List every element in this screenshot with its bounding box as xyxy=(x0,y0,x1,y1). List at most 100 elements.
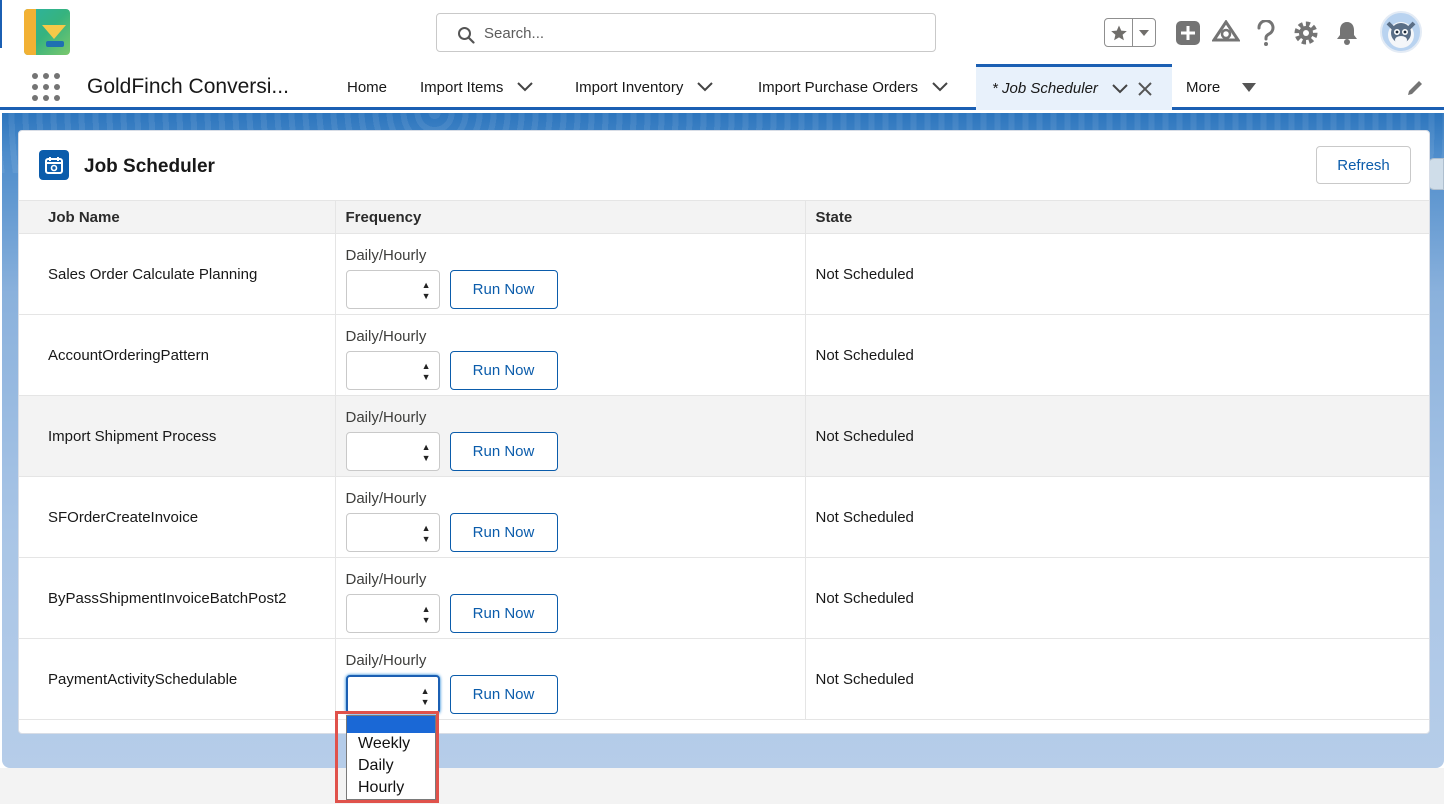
add-icon[interactable] xyxy=(1174,19,1202,47)
app-launcher-icon[interactable] xyxy=(32,73,60,101)
edit-nav-pencil-icon[interactable] xyxy=(1406,79,1424,102)
select-arrows-icon: ▲ ▼ xyxy=(421,361,431,382)
card-title: Job Scheduler xyxy=(84,156,215,177)
dropdown-option-daily[interactable]: Daily xyxy=(347,755,435,777)
search-input[interactable] xyxy=(484,22,914,44)
nav-item-label: Import Purchase Orders xyxy=(758,78,919,96)
job-name: Import Shipment Process xyxy=(19,395,335,477)
close-tab-icon[interactable] xyxy=(1138,81,1152,96)
nav-item-import-inventory[interactable]: Import Inventory xyxy=(575,64,714,110)
job-name: SFOrderCreateInvoice xyxy=(19,476,335,558)
frequency-select[interactable]: ▲ ▼ xyxy=(345,594,440,633)
frequency-cell: Daily/Hourly ▲ ▼ Run Now xyxy=(334,395,805,477)
frequency-cell: Daily/Hourly ▲ ▼ Run Now xyxy=(334,557,805,639)
frequency-label: Daily/Hourly xyxy=(345,247,427,264)
table-header-row: Job Name Frequency State xyxy=(19,200,1429,234)
select-arrows-icon: ▲ ▼ xyxy=(421,442,431,463)
help-icon[interactable] xyxy=(1252,19,1280,47)
job-name: Sales Order Calculate Planning xyxy=(19,233,335,315)
run-now-button[interactable]: Run Now xyxy=(449,351,558,390)
job-name: AccountOrderingPattern xyxy=(19,314,335,396)
notification-bell-icon[interactable] xyxy=(1333,19,1361,47)
frequency-label: Daily/Hourly xyxy=(345,409,427,426)
nav-item-label: Home xyxy=(347,78,388,96)
frequency-select[interactable]: ▲ ▼ xyxy=(345,513,440,552)
dropdown-option-hourly[interactable]: Hourly xyxy=(347,777,435,799)
window-edge xyxy=(0,0,2,48)
frequency-select[interactable]: ▲ ▼ xyxy=(345,675,440,714)
job-state: Not Scheduled xyxy=(804,233,1429,315)
global-search[interactable] xyxy=(436,13,936,52)
nav-item-import-purchase-orders[interactable]: Import Purchase Orders xyxy=(758,64,948,110)
frequency-select[interactable]: ▲ ▼ xyxy=(345,270,440,309)
chevron-down-icon[interactable] xyxy=(1112,83,1128,94)
table-row: Sales Order Calculate Planning Daily/Hou… xyxy=(19,233,1429,315)
side-panel-toggle[interactable] xyxy=(1428,158,1444,190)
run-now-button[interactable]: Run Now xyxy=(449,675,558,714)
table-row: ByPassShipmentInvoiceBatchPost2 Daily/Ho… xyxy=(19,557,1429,639)
nav-tab-job-scheduler[interactable]: * Job Scheduler xyxy=(976,64,1172,110)
frequency-label: Daily/Hourly xyxy=(345,571,427,588)
select-arrows-icon: ▲ ▼ xyxy=(421,604,431,625)
nav-item-home[interactable]: Home xyxy=(347,64,387,110)
column-header-job-name: Job Name xyxy=(19,200,335,234)
frequency-cell: Daily/Hourly ▲ ▼ Run Now xyxy=(334,233,805,315)
nav-item-label: Import Inventory xyxy=(575,78,684,96)
caret-down-icon[interactable] xyxy=(1242,82,1257,92)
chevron-down-icon[interactable] xyxy=(517,82,534,92)
favorites-dropdown-icon[interactable] xyxy=(1133,19,1155,46)
trailhead-icon[interactable] xyxy=(1212,19,1240,47)
select-arrows-icon: ▲ ▼ xyxy=(420,686,430,707)
job-state: Not Scheduled xyxy=(804,395,1429,477)
nav-item-label: Import Items xyxy=(420,78,504,96)
select-arrows-icon: ▲ ▼ xyxy=(421,280,431,301)
app-nav-bar: GoldFinch Conversi... Home Import Items … xyxy=(0,64,1444,110)
nav-item-more[interactable]: More xyxy=(1186,64,1257,110)
favorites-star-icon[interactable] xyxy=(1105,19,1134,46)
table-row: Import Shipment Process Daily/Hourly ▲ ▼ … xyxy=(19,395,1429,477)
run-now-button[interactable]: Run Now xyxy=(449,594,558,633)
frequency-cell: Daily/Hourly ▲ ▼ Run Now xyxy=(334,638,805,720)
run-now-button[interactable]: Run Now xyxy=(449,270,558,309)
frequency-label: Daily/Hourly xyxy=(345,652,427,669)
column-header-state: State xyxy=(804,200,1429,234)
search-icon xyxy=(458,27,475,44)
column-header-frequency: Frequency xyxy=(334,200,805,234)
run-now-button[interactable]: Run Now xyxy=(449,513,558,552)
table-row: PaymentActivitySchedulable Daily/Hourly … xyxy=(19,638,1429,720)
jobs-table: Job Name Frequency State Sales Order Cal… xyxy=(19,200,1429,720)
run-now-button[interactable]: Run Now xyxy=(449,432,558,471)
favorites-group xyxy=(1104,18,1156,47)
frequency-select[interactable]: ▲ ▼ xyxy=(345,351,440,390)
nav-item-label: * Job Scheduler xyxy=(992,80,1098,97)
frequency-label: Daily/Hourly xyxy=(345,490,427,507)
nav-item-label: More xyxy=(1186,78,1221,96)
job-name: ByPassShipmentInvoiceBatchPost2 xyxy=(19,557,335,639)
select-arrows-icon: ▲ ▼ xyxy=(421,523,431,544)
job-state: Not Scheduled xyxy=(804,638,1429,720)
chevron-down-icon[interactable] xyxy=(932,82,948,92)
job-state: Not Scheduled xyxy=(804,557,1429,639)
frequency-select[interactable]: ▲ ▼ xyxy=(345,432,440,471)
table-row: AccountOrderingPattern Daily/Hourly ▲ ▼ R… xyxy=(19,314,1429,396)
dropdown-option-weekly[interactable]: Weekly xyxy=(347,733,435,755)
dropdown-option-blank[interactable] xyxy=(347,716,435,733)
global-header xyxy=(0,0,1444,64)
job-state: Not Scheduled xyxy=(804,314,1429,396)
job-state: Not Scheduled xyxy=(804,476,1429,558)
job-scheduler-card: Job Scheduler Refresh Job Name Frequency… xyxy=(18,130,1430,734)
setup-gear-icon[interactable] xyxy=(1292,19,1320,47)
app-name: GoldFinch Conversi... xyxy=(87,75,289,98)
calendar-icon xyxy=(39,150,69,180)
app-logo[interactable] xyxy=(24,9,70,55)
job-name: PaymentActivitySchedulable xyxy=(19,638,335,720)
user-avatar[interactable] xyxy=(1380,11,1422,53)
nav-item-import-items[interactable]: Import Items xyxy=(420,64,534,110)
frequency-cell: Daily/Hourly ▲ ▼ Run Now xyxy=(334,314,805,396)
frequency-dropdown-list[interactable]: Weekly Daily Hourly xyxy=(346,715,436,800)
table-row: SFOrderCreateInvoice Daily/Hourly ▲ ▼ Run… xyxy=(19,476,1429,558)
chevron-down-icon[interactable] xyxy=(697,82,714,92)
refresh-button[interactable]: Refresh xyxy=(1316,146,1411,184)
frequency-cell: Daily/Hourly ▲ ▼ Run Now xyxy=(334,476,805,558)
window-footer-area xyxy=(0,768,1444,804)
